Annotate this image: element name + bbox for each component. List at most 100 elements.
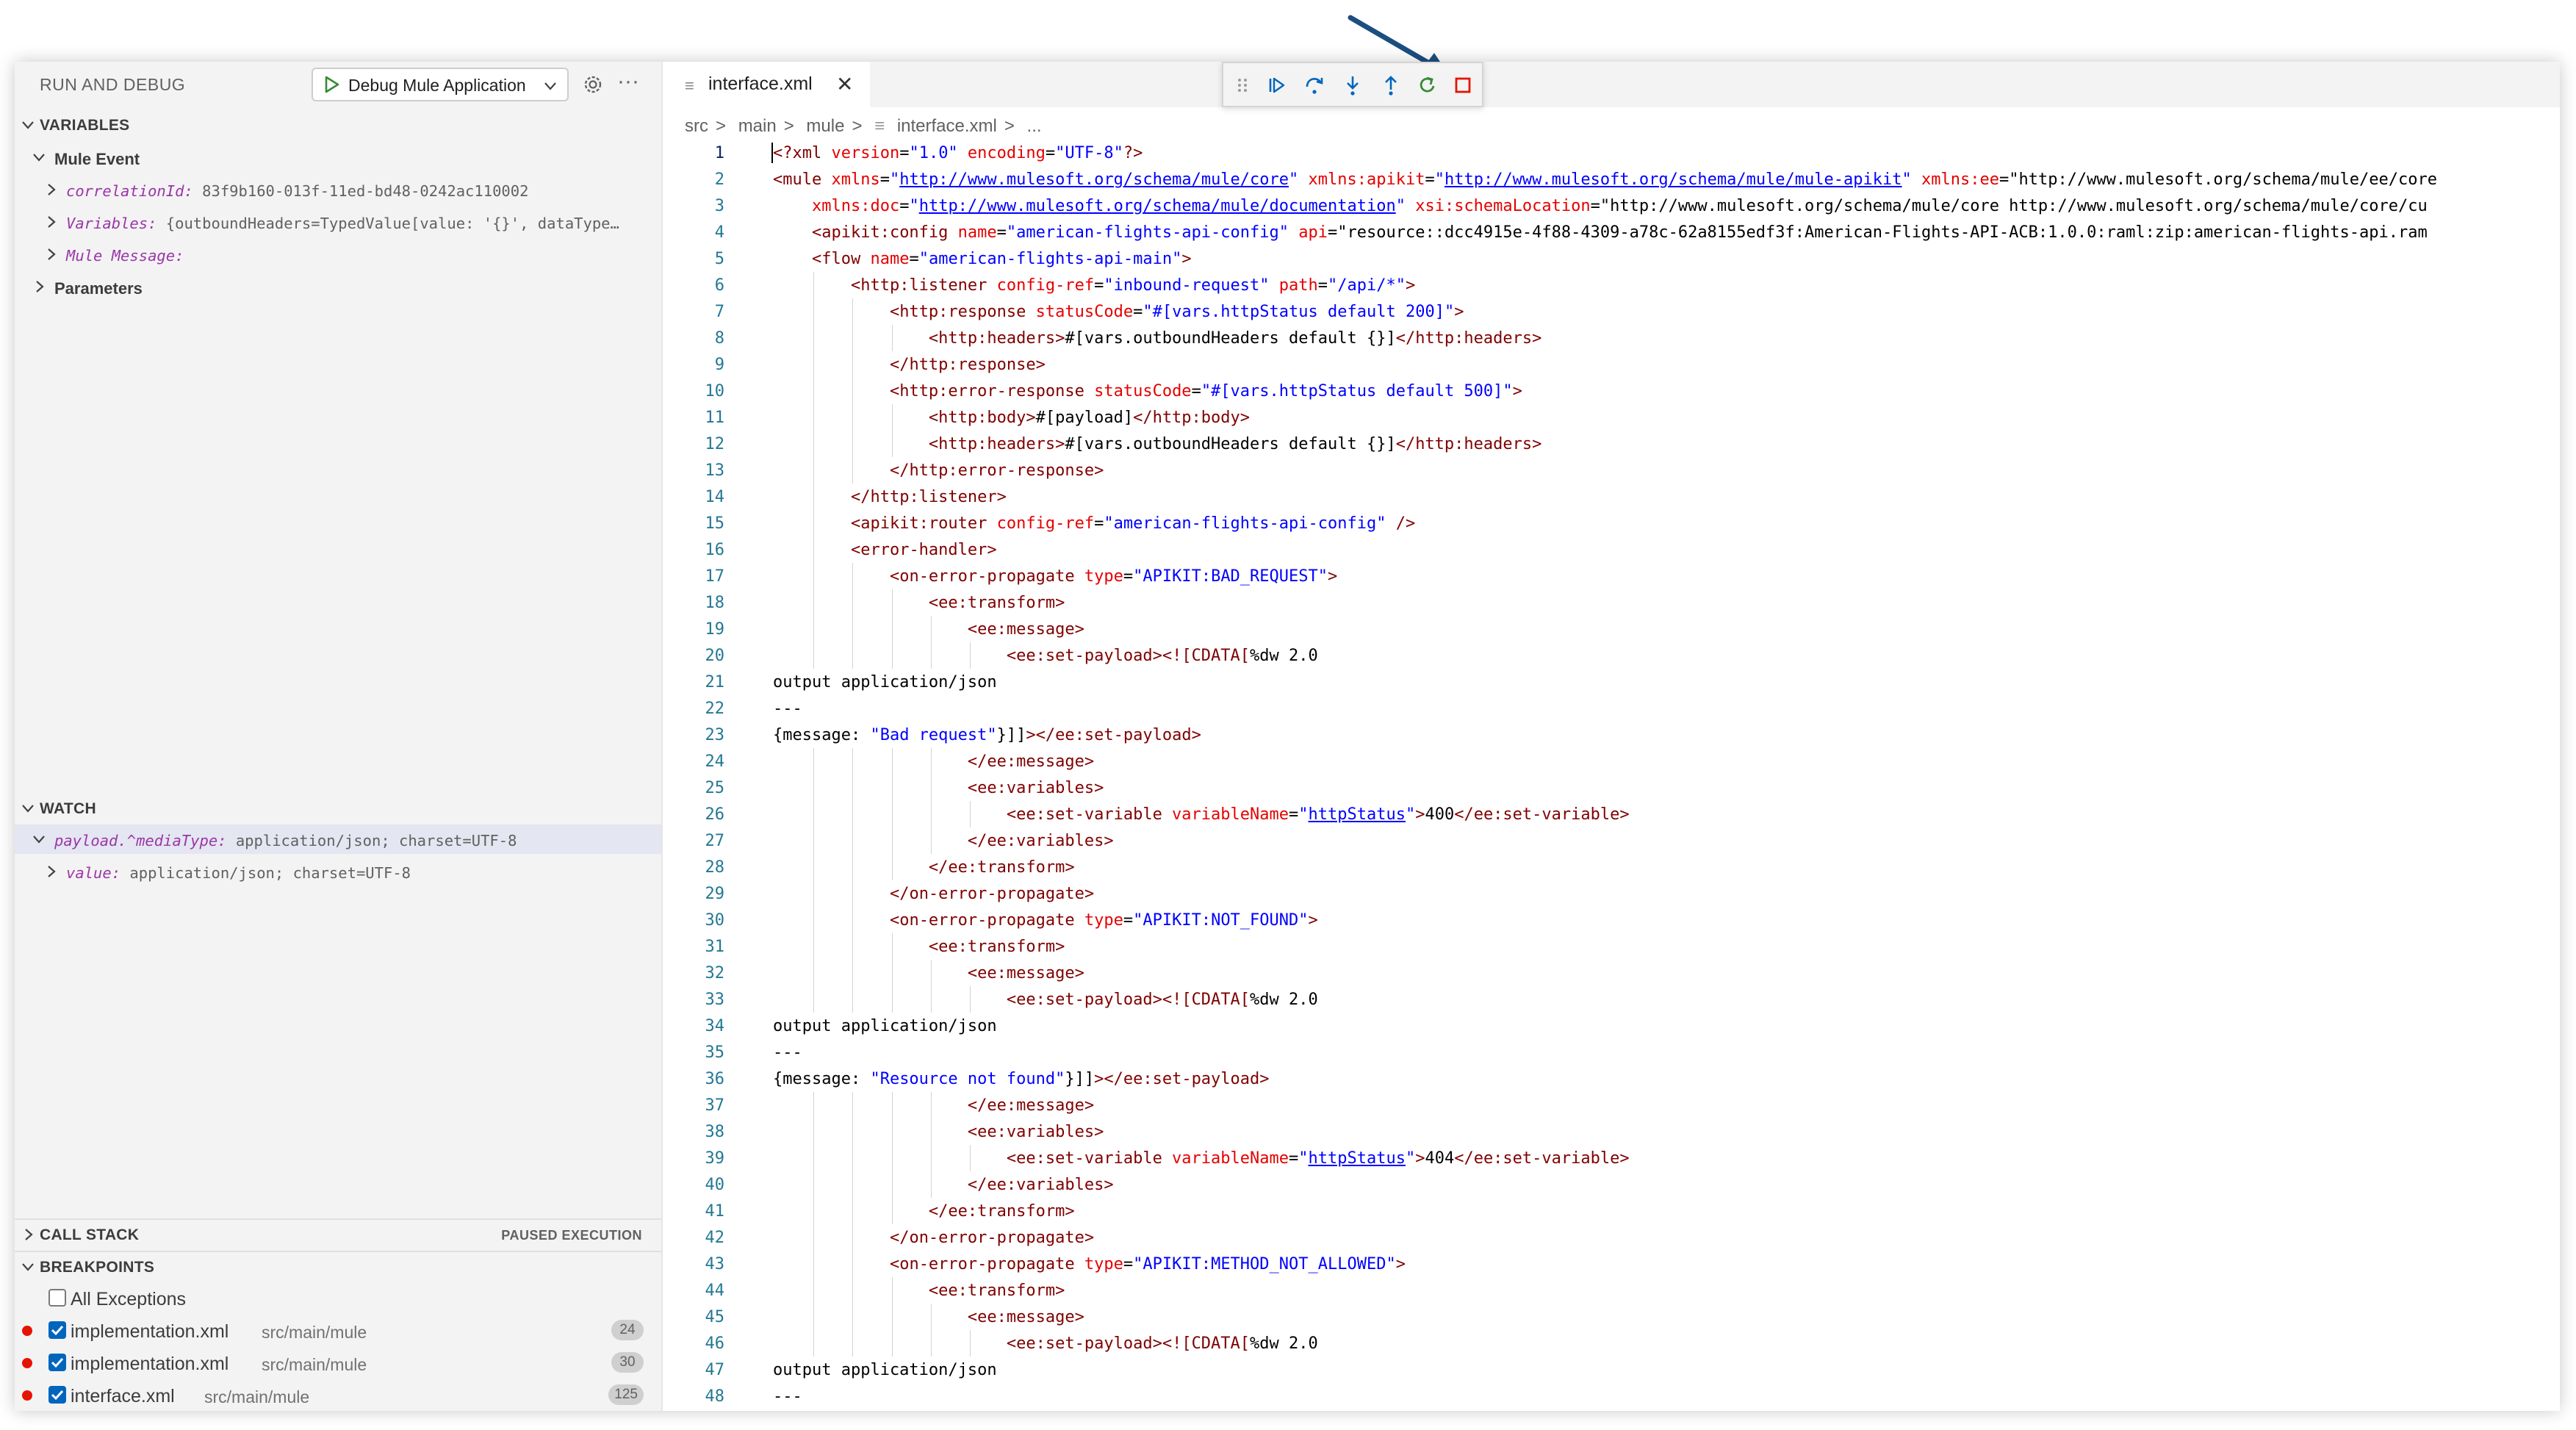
code-line[interactable]: 26 <ee:set-variable variableName="httpSt… xyxy=(663,801,2560,827)
code-line[interactable]: 12 <http:headers>#[vars.outboundHeaders … xyxy=(663,431,2560,457)
indent-guide xyxy=(852,907,854,933)
drag-handle-icon[interactable] xyxy=(1231,73,1254,97)
code-line[interactable]: 7 <http:response statusCode="#[vars.http… xyxy=(663,298,2560,325)
close-icon[interactable]: ✕ xyxy=(836,72,853,96)
debug-config-dropdown[interactable]: Debug Mule Application xyxy=(312,68,569,101)
indent-guide xyxy=(891,1198,893,1224)
variable-mule-message[interactable]: Mule Message: xyxy=(15,240,661,269)
code-line[interactable]: 39 <ee:set-variable variableName="httpSt… xyxy=(663,1145,2560,1171)
code-line[interactable]: 17 <on-error-propagate type="APIKIT:BAD_… xyxy=(663,563,2560,589)
breadcrumb-file[interactable]: interface.xml xyxy=(897,116,997,136)
code-line[interactable]: 48 --- xyxy=(663,1383,2560,1409)
checkbox[interactable] xyxy=(48,1354,66,1371)
restart-icon[interactable] xyxy=(1416,73,1439,97)
code-line[interactable]: 31 <ee:transform> xyxy=(663,933,2560,960)
indent-guide xyxy=(891,801,893,827)
code-line[interactable]: 35 --- xyxy=(663,1039,2560,1066)
breakpoint-item[interactable]: implementation.xml src/main/mule 30 xyxy=(15,1346,661,1379)
variable-variables[interactable]: Variables: {outboundHeaders=TypedValue[v… xyxy=(15,207,661,237)
stop-icon[interactable] xyxy=(1451,73,1475,97)
variable-group-parameters[interactable]: Parameters xyxy=(15,272,661,301)
code-line[interactable]: 14 </http:listener> xyxy=(663,484,2560,510)
more-actions-icon[interactable]: ··· xyxy=(617,69,639,94)
code-line[interactable]: 47 output application/json xyxy=(663,1357,2560,1383)
code-line[interactable]: 10 <http:error-response statusCode="#[va… xyxy=(663,378,2560,404)
variable-key: Mule Message: xyxy=(66,247,184,265)
code-line[interactable]: 21 output application/json xyxy=(663,669,2560,695)
breakpoints-section-header[interactable]: BREAKPOINTS xyxy=(15,1251,661,1282)
watch-child[interactable]: value: application/json; charset=UTF-8 xyxy=(15,857,661,886)
code-line[interactable]: 22 --- xyxy=(663,695,2560,722)
code-line[interactable]: 28 </ee:transform> xyxy=(663,854,2560,880)
variable-correlation-id[interactable]: correlationId: 83f9b160-013f-11ed-bd48-0… xyxy=(15,175,661,204)
step-into-icon[interactable] xyxy=(1341,73,1364,97)
checkbox[interactable] xyxy=(48,1321,66,1339)
checkbox[interactable] xyxy=(48,1289,66,1307)
code-line[interactable]: 20 <ee:set-payload><![CDATA[%dw 2.0 xyxy=(663,642,2560,669)
gear-icon[interactable] xyxy=(580,72,605,97)
code-line[interactable]: 25 <ee:variables> xyxy=(663,775,2560,801)
code-line[interactable]: 4 <apikit:config name="american-flights-… xyxy=(663,219,2560,245)
code-line[interactable]: 45 <ee:message> xyxy=(663,1304,2560,1330)
code-line[interactable]: 11 <http:body>#[payload]</http:body> xyxy=(663,404,2560,431)
code-line[interactable]: 30 <on-error-propagate type="APIKIT:NOT_… xyxy=(663,907,2560,933)
code-line[interactable]: 29 </on-error-propagate> xyxy=(663,880,2560,907)
code-line[interactable]: 1 <?xml version="1.0" encoding="UTF-8"?> xyxy=(663,140,2560,166)
code-line[interactable]: 8 <http:headers>#[vars.outboundHeaders d… xyxy=(663,325,2560,351)
breakpoint-item[interactable]: interface.xml src/main/mule 125 xyxy=(15,1379,661,1411)
indent-guide xyxy=(852,404,854,431)
run-and-debug-sidebar: RUN AND DEBUG Debug Mule Application ···… xyxy=(15,62,663,1411)
breadcrumb-symbol[interactable]: ... xyxy=(1027,116,1042,136)
step-out-icon[interactable] xyxy=(1379,73,1403,97)
variable-group-mule-event[interactable]: Mule Event xyxy=(15,143,661,172)
code-line[interactable]: 13 </http:error-response> xyxy=(663,457,2560,484)
code-line[interactable]: 16 <error-handler> xyxy=(663,536,2560,563)
indent-guide xyxy=(930,616,932,642)
indent-guide xyxy=(813,457,815,484)
variables-section-header[interactable]: VARIABLES xyxy=(15,110,661,140)
code-line[interactable]: 38 <ee:variables> xyxy=(663,1118,2560,1145)
breakpoint-all-exceptions[interactable]: All Exceptions xyxy=(15,1282,661,1314)
code-line[interactable]: 27 </ee:variables> xyxy=(663,827,2560,854)
code-line[interactable]: 36 {message: "Resource not found"}]]></ee… xyxy=(663,1066,2560,1092)
line-number: 44 xyxy=(705,1282,725,1300)
breadcrumb-main[interactable]: main xyxy=(738,116,777,136)
code-line[interactable]: 46 <ee:set-payload><![CDATA[%dw 2.0 xyxy=(663,1330,2560,1357)
editor-area: ≡ interface.xml ✕ src > main > mule > ≡ … xyxy=(663,62,2560,1411)
start-debugging-icon[interactable] xyxy=(320,73,342,96)
breadcrumb-mule[interactable]: mule xyxy=(806,116,844,136)
code-line[interactable]: 2 <mule xmlns="http://www.mulesoft.org/sc… xyxy=(663,166,2560,193)
watch-expression[interactable]: payload.^mediaType: application/json; ch… xyxy=(15,824,661,854)
code-line[interactable]: 43 <on-error-propagate type="APIKIT:METH… xyxy=(663,1251,2560,1277)
tab-interface-xml[interactable]: ≡ interface.xml ✕ xyxy=(663,62,870,107)
checkbox[interactable] xyxy=(48,1386,66,1404)
line-number: 3 xyxy=(714,197,724,215)
breakpoint-dot-icon xyxy=(22,1358,32,1368)
code-line[interactable]: 33 <ee:set-payload><![CDATA[%dw 2.0 xyxy=(663,986,2560,1013)
code-line[interactable]: 5 <flow name="american-flights-api-main"… xyxy=(663,245,2560,272)
code-line[interactable]: 9 </http:response> xyxy=(663,351,2560,378)
watch-section-header[interactable]: WATCH xyxy=(15,794,661,823)
code-line[interactable]: 34 output application/json xyxy=(663,1013,2560,1039)
code-line[interactable]: 23 {message: "Bad request"}]]></ee:set-pa… xyxy=(663,722,2560,748)
call-stack-section-header[interactable]: CALL STACK PAUSED EXECUTION xyxy=(15,1218,661,1249)
breadcrumb-src[interactable]: src xyxy=(685,116,708,136)
code-text: </ee:message> xyxy=(967,752,1095,771)
code-line[interactable]: 44 <ee:transform> xyxy=(663,1277,2560,1304)
code-line[interactable]: 24 </ee:message> xyxy=(663,748,2560,775)
code-line[interactable]: 40 </ee:variables> xyxy=(663,1171,2560,1198)
code-line[interactable]: 19 <ee:message> xyxy=(663,616,2560,642)
line-number: 12 xyxy=(705,435,725,453)
breakpoint-item[interactable]: implementation.xml src/main/mule 24 xyxy=(15,1314,661,1346)
code-line[interactable]: 42 </on-error-propagate> xyxy=(663,1224,2560,1251)
code-line[interactable]: 18 <ee:transform> xyxy=(663,589,2560,616)
code-line[interactable]: 3 xmlns:doc="http://www.mulesoft.org/sch… xyxy=(663,193,2560,219)
code-line[interactable]: 32 <ee:message> xyxy=(663,960,2560,986)
code-line[interactable]: 41 </ee:transform> xyxy=(663,1198,2560,1224)
code-line[interactable]: 6 <http:listener config-ref="inbound-req… xyxy=(663,272,2560,298)
continue-icon[interactable] xyxy=(1264,73,1288,97)
step-over-icon[interactable] xyxy=(1303,73,1326,97)
code-text: <apikit:router config-ref="american-flig… xyxy=(850,514,1416,533)
code-line[interactable]: 15 <apikit:router config-ref="american-f… xyxy=(663,510,2560,536)
code-line[interactable]: 37 </ee:message> xyxy=(663,1092,2560,1118)
